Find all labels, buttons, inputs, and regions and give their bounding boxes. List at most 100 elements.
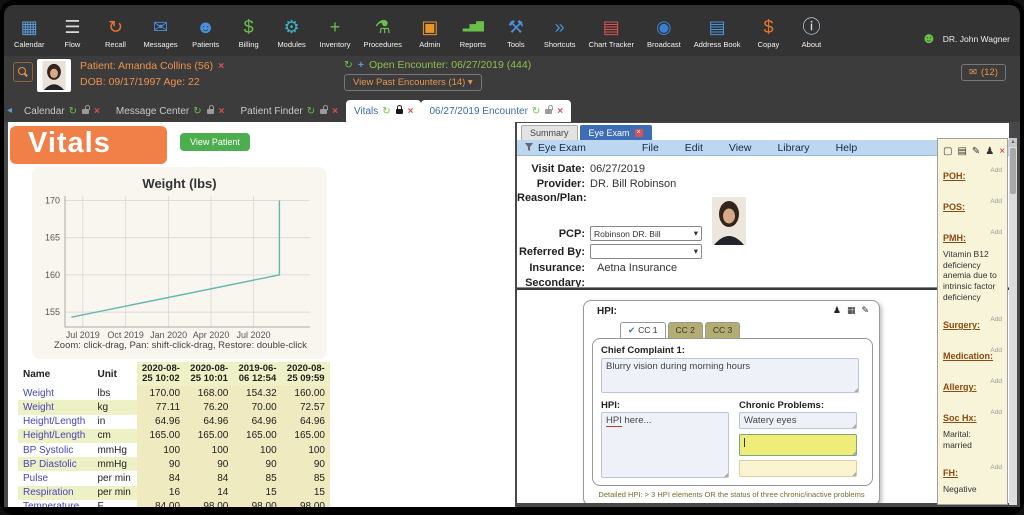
pcp-select[interactable]: Robinson DR. Bill▾ — [590, 226, 702, 241]
menu-item-view[interactable]: View — [729, 142, 752, 154]
vital-name-link[interactable]: BP Systolic — [18, 443, 92, 457]
toolbar-item-tools[interactable]: ⚒Tools — [501, 15, 531, 49]
sidebar-section-title[interactable]: Medication: — [943, 351, 993, 361]
vital-name-link[interactable]: Height/Length — [18, 429, 92, 443]
close-icon[interactable]: × — [999, 146, 1005, 157]
toolbar-item-copay[interactable]: $Copay — [753, 15, 783, 49]
exam-tab-eye-exam[interactable]: Eye Exam× — [580, 125, 652, 140]
sidebar-section-title[interactable]: Soc Hx: — [943, 413, 977, 423]
scroll-up-icon[interactable]: ▴ — [1009, 138, 1017, 147]
toolbar-item-billing[interactable]: $Billing — [234, 15, 264, 49]
edit-icon[interactable]: ✎ — [861, 305, 869, 316]
add-link[interactable]: Add — [990, 409, 1002, 416]
add-link[interactable]: Add — [990, 167, 1002, 174]
close-icon[interactable]: × — [557, 106, 563, 117]
menu-item-file[interactable]: File — [642, 142, 659, 154]
tab-message-center[interactable]: Message Center↻× — [108, 100, 233, 122]
toolbar-item-address-book[interactable]: ▤Address Book — [694, 15, 741, 49]
new-encounter-icon[interactable]: + — [358, 59, 364, 71]
patient-avatar[interactable] — [37, 59, 71, 92]
collapse-tabs-icon[interactable]: ◂ — [7, 105, 12, 116]
refresh-icon[interactable]: ↻ — [382, 106, 390, 117]
new-note-icon[interactable]: ▢ — [943, 146, 952, 157]
toolbar-item-recall[interactable]: ↻Recall — [100, 15, 130, 49]
refresh-icon[interactable]: ↻ — [69, 106, 77, 117]
user-icon[interactable]: ♟ — [833, 305, 841, 316]
vital-name-link[interactable]: BP Diastolic — [18, 457, 92, 471]
scrollbar-thumb[interactable] — [1010, 148, 1016, 194]
chronic-problem-input[interactable] — [739, 434, 857, 456]
referred-by-select[interactable]: ▾ — [590, 244, 702, 259]
view-patient-button[interactable]: View Patient — [180, 133, 250, 151]
close-patient-icon[interactable]: × — [218, 60, 224, 72]
refresh-icon[interactable]: ↻ — [307, 106, 315, 117]
sidebar-section-title[interactable]: PMH: — [943, 233, 966, 243]
sidebar-section-title[interactable]: Surgery: — [943, 320, 980, 330]
delete-icon[interactable]: ▦ — [847, 305, 856, 316]
export-user-icon[interactable]: ♟ — [985, 146, 994, 157]
close-icon[interactable]: × — [408, 106, 414, 117]
chronic-problem-input[interactable] — [739, 460, 857, 477]
add-link[interactable]: Add — [990, 316, 1002, 323]
cc-tab-cc-2[interactable]: CC 2 — [668, 322, 703, 339]
cc-tab-cc-1[interactable]: ✔CC 1 — [620, 322, 666, 339]
vertical-scrollbar[interactable]: ▴ — [1009, 138, 1017, 505]
tab-vitals[interactable]: Vitals↻× — [346, 100, 422, 122]
vital-name-link[interactable]: Weight — [18, 400, 92, 414]
add-link[interactable]: Add — [990, 347, 1002, 354]
patient-search-button[interactable] — [13, 62, 33, 82]
toolbar-item-about[interactable]: ⓘAbout — [796, 15, 826, 49]
weight-chart-card[interactable]: Weight (lbs) 155160165170Jul 2019Oct 201… — [32, 167, 327, 359]
messages-badge-button[interactable]: ✉ (12) — [961, 64, 1006, 81]
vital-name-link[interactable]: Temperature — [18, 500, 92, 507]
close-icon[interactable]: × — [94, 106, 100, 117]
cc-tab-cc-3[interactable]: CC 3 — [705, 322, 740, 339]
records-icon[interactable]: ▤ — [957, 146, 966, 157]
toolbar-item-flow[interactable]: ☰Flow — [57, 15, 87, 49]
hpi-textarea[interactable]: HPI here... — [601, 412, 729, 478]
toolbar-item-reports[interactable]: ▂▅▇Reports — [458, 15, 488, 49]
exam-tab-summary[interactable]: Summary — [521, 125, 578, 140]
close-icon[interactable]: × — [219, 106, 225, 117]
toolbar-item-inventory[interactable]: +Inventory — [320, 15, 351, 49]
toolbar-item-broadcast[interactable]: ◉Broadcast — [647, 15, 681, 49]
vital-name-link[interactable]: Height/Length — [18, 415, 92, 429]
add-link[interactable]: Add — [990, 229, 1002, 236]
toolbar-item-messages[interactable]: ✉Messages — [143, 15, 177, 49]
user-menu[interactable]: ☻ DR. John Wagner — [921, 16, 1010, 47]
sidebar-section-title[interactable]: POH: — [943, 171, 966, 181]
menu-item-eye-exam[interactable]: Eye Exam — [525, 142, 586, 154]
toolbar-item-procedures[interactable]: ⚗Procedures — [363, 15, 401, 49]
vital-name-link[interactable]: Respiration — [18, 486, 92, 500]
toolbar-item-calendar[interactable]: ▦Calendar — [14, 15, 44, 49]
close-icon[interactable]: × — [635, 129, 643, 137]
add-link[interactable]: Add — [990, 464, 1002, 471]
sidebar-section-title[interactable]: FH: — [943, 468, 958, 478]
sidebar-section-title[interactable]: Allergy: — [943, 382, 977, 392]
add-link[interactable]: Add — [990, 378, 1002, 385]
refresh-icon[interactable]: ↻ — [532, 106, 540, 117]
vital-name-link[interactable]: Pulse — [18, 471, 92, 485]
menu-item-library[interactable]: Library — [777, 142, 809, 154]
toolbar-item-admin[interactable]: ▣Admin — [415, 15, 445, 49]
sidebar-section-title[interactable]: POS: — [943, 202, 965, 212]
menu-item-edit[interactable]: Edit — [685, 142, 703, 154]
tab-06-27-2019-encounter[interactable]: 06/27/2019 Encounter↻× — [421, 100, 571, 122]
add-link[interactable]: Add — [990, 198, 1002, 205]
toolbar-item-shortcuts[interactable]: »Shortcuts — [544, 15, 576, 49]
menu-item-help[interactable]: Help — [836, 142, 858, 154]
tab-patient-finder[interactable]: Patient Finder↻× — [232, 100, 346, 122]
toolbar-item-patients[interactable]: ☻Patients — [191, 15, 221, 49]
view-past-encounters-button[interactable]: View Past Encounters (14) ▾ — [344, 74, 482, 91]
toolbar-item-modules[interactable]: ⚙Modules — [277, 15, 307, 49]
chief-complaint-textarea[interactable]: Blurry vision during morning hours — [601, 358, 859, 393]
vital-name-link[interactable]: Weight — [18, 386, 92, 400]
pen-icon[interactable]: ✎ — [972, 146, 980, 157]
refresh-icon[interactable]: ↻ — [193, 106, 201, 117]
refresh-encounter-icon[interactable]: ↻ — [344, 59, 353, 71]
toolbar-item-chart-tracker[interactable]: ▤Chart Tracker — [589, 15, 634, 49]
chronic-problem-input[interactable]: Watery eyes — [739, 412, 857, 429]
weight-chart[interactable]: 155160165170Jul 2019Oct 2019Jan 2020Apr … — [32, 167, 327, 359]
tab-calendar[interactable]: Calendar↻× — [16, 100, 108, 122]
close-icon[interactable]: × — [332, 106, 338, 117]
